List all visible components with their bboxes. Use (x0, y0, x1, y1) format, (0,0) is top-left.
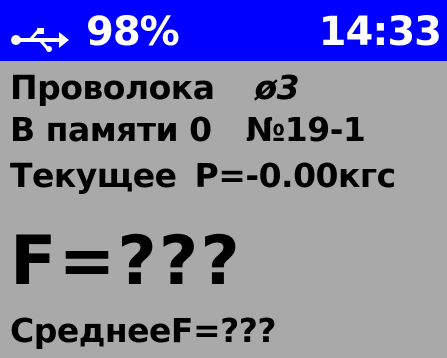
current-value: P=-0.00кгс (194, 156, 397, 195)
average-reading: СреднееF=??? (10, 311, 277, 350)
memory-line: В памяти 0 №19-1 (10, 110, 366, 150)
battery-level: 98% (86, 9, 180, 55)
material-line: Проволока ø3 (10, 68, 300, 108)
usb-icon (11, 28, 69, 52)
diameter-value: ø3 (254, 68, 300, 107)
current-line: Текущее P=-0.00кгс (10, 156, 396, 196)
clock: 14:33 (318, 9, 442, 55)
force-reading: F=??? (10, 222, 242, 301)
current-label: Текущее (10, 156, 177, 195)
status-bar: 98% 14:33 (0, 0, 447, 61)
record-id: №19-1 (245, 110, 366, 149)
device-screen: 98% 14:33 Проволока ø3 В памяти 0 №19-1 Те… (0, 0, 447, 358)
memory-label: В памяти 0 (10, 110, 212, 149)
material-label: Проволока (10, 68, 215, 107)
